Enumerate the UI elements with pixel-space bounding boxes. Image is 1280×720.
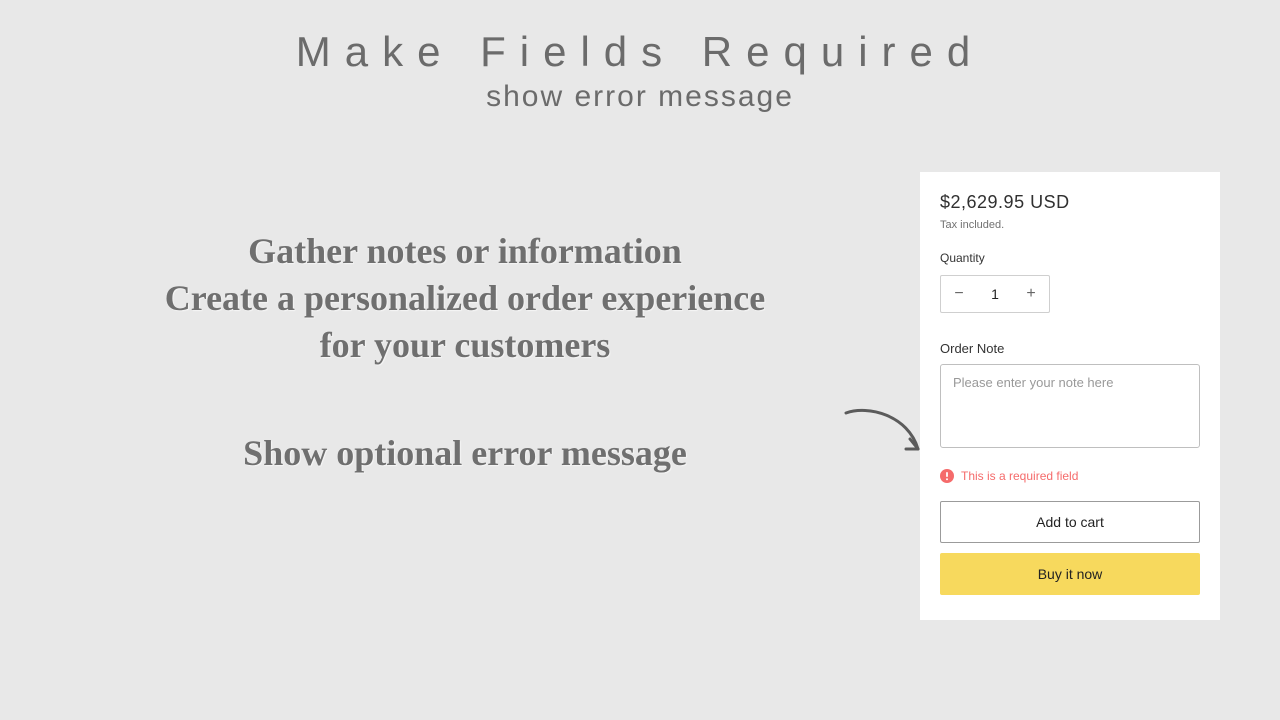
order-note-label: Order Note [940,341,1200,356]
order-note-input[interactable] [940,364,1200,448]
product-price: $2,629.95 USD [940,192,1200,213]
page-title: Make Fields Required [0,0,1280,76]
marketing-line-1: Gather notes or information [50,228,880,275]
tax-note: Tax included. [940,219,1200,231]
buy-now-button[interactable]: Buy it now [940,553,1200,595]
error-message: This is a required field [961,469,1078,483]
error-icon [940,469,954,483]
page-subtitle: show error message [0,80,1280,114]
quantity-increment-button[interactable]: + [1013,276,1049,312]
quantity-label: Quantity [940,251,1200,265]
quantity-value: 1 [977,286,1013,302]
error-row: This is a required field [940,469,1200,483]
marketing-hint: Show optional error message [50,432,880,474]
marketing-line-3: for your customers [50,322,880,369]
quantity-decrement-button[interactable]: − [941,276,977,312]
marketing-line-2: Create a personalized order experience [50,275,880,322]
add-to-cart-button[interactable]: Add to cart [940,501,1200,543]
arrow-icon [838,405,928,465]
marketing-copy: Gather notes or information Create a per… [50,228,880,474]
product-panel: $2,629.95 USD Tax included. Quantity − 1… [920,172,1220,620]
quantity-stepper: − 1 + [940,275,1050,313]
